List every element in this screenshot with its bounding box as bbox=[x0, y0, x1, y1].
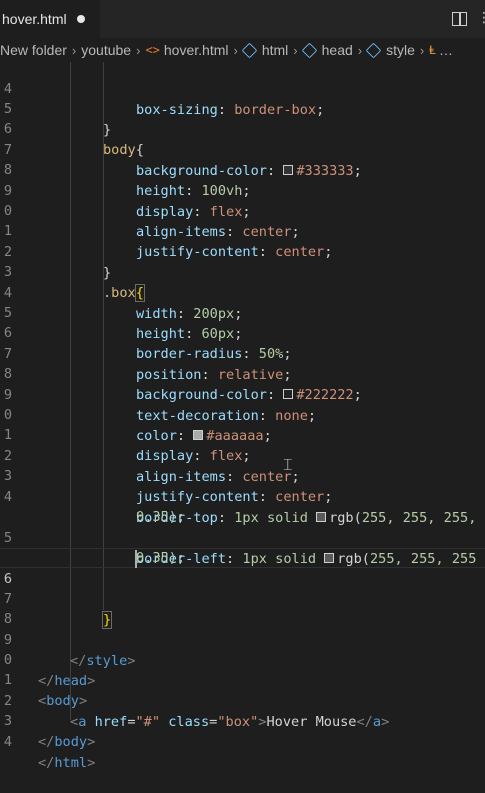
html-file-icon: <> bbox=[145, 43, 160, 57]
split-editor-icon[interactable] bbox=[452, 12, 467, 26]
code-line: 2 <a href="#" class="box">Hover Mouse</a… bbox=[3, 693, 390, 730]
chevron-right-icon: › bbox=[233, 42, 238, 58]
code-line: 7 position: relative; bbox=[3, 346, 292, 383]
code-line: 1 <body> bbox=[3, 672, 88, 709]
chevron-right-icon: › bbox=[419, 42, 425, 58]
code-line: 8 background-color: #222222; bbox=[3, 366, 362, 403]
tab-bar: hover.html ⋮ bbox=[0, 0, 485, 39]
code-line: 6 body{ bbox=[3, 121, 144, 158]
text-caret bbox=[135, 550, 137, 568]
code-line: 8 height: 100vh; bbox=[3, 162, 251, 199]
code-line: 3 </body> bbox=[3, 713, 96, 750]
code-line: 0 align-items: center; bbox=[3, 203, 300, 240]
breadcrumb-item[interactable]: youtube bbox=[81, 42, 131, 58]
code-line: 4 box-sizing: border-box; bbox=[3, 81, 325, 118]
code-line: 8 bbox=[3, 611, 12, 628]
unsaved-dot-icon[interactable] bbox=[76, 15, 85, 23]
code-line: 3 justify-content: center; bbox=[3, 468, 333, 505]
code-line: 0.35); bbox=[136, 550, 186, 567]
code-line: 5 border-left: 1px solid rgb(255, 255, 2… bbox=[3, 530, 477, 567]
code-line: 9 display: flex; bbox=[3, 183, 251, 220]
code-line-active: 6 bbox=[0, 548, 485, 587]
code-line: 6 border-radius: 50%; bbox=[3, 325, 292, 362]
element-icon bbox=[241, 42, 258, 58]
code-line: 9 text-decoration: none; bbox=[3, 387, 317, 424]
code-line: 2 align-items: center; bbox=[3, 448, 300, 485]
code-line: 3 .box{ bbox=[3, 264, 145, 302]
code-line: 9 </style> bbox=[3, 632, 136, 669]
code-line: 5 } bbox=[3, 101, 112, 138]
code-editor[interactable]: 4 box-sizing: border-box; 5 } 6 body{ 7 … bbox=[0, 62, 485, 771]
chevron-right-icon: › bbox=[357, 42, 363, 58]
code-line: 0 color: #aaaaaa; bbox=[3, 407, 272, 444]
breadcrumb-item[interactable]: New folder bbox=[0, 42, 67, 58]
element-icon bbox=[301, 42, 317, 58]
code-line: 7 background-color: #333333; bbox=[3, 142, 362, 179]
tab-filename: hover.html bbox=[2, 11, 67, 27]
breadcrumb-item[interactable]: head bbox=[301, 42, 353, 58]
element-icon bbox=[365, 42, 382, 58]
breadcrumb-item[interactable]: Ⱡ… bbox=[429, 42, 453, 58]
code-line: 2 } bbox=[3, 244, 112, 281]
style-icon: Ⱡ bbox=[429, 43, 436, 57]
chevron-right-icon: › bbox=[136, 42, 141, 58]
code-line: 1 justify-content: center; bbox=[3, 223, 333, 260]
code-line: 7 } bbox=[3, 591, 113, 629]
chevron-right-icon: › bbox=[71, 42, 77, 58]
code-line: 0 </head> bbox=[3, 652, 96, 689]
code-line: 1 display: flex; bbox=[3, 427, 251, 464]
code-line: 5 height: 60px; bbox=[3, 305, 243, 342]
breadcrumb-item[interactable]: style bbox=[365, 42, 415, 58]
breadcrumb-item[interactable]: <> hover.html bbox=[145, 42, 228, 58]
more-actions-icon[interactable]: ⋮ bbox=[476, 10, 485, 26]
mouse-ibeam-cursor-icon: ⌶ bbox=[283, 455, 293, 474]
tab-hover-html[interactable]: hover.html bbox=[0, 0, 100, 38]
code-line: 4 </html> bbox=[3, 734, 96, 771]
code-line: 4 border-top: 1px solid rgb(255, 255, 25… bbox=[3, 489, 477, 526]
breadcrumb-item[interactable]: html bbox=[241, 42, 288, 58]
code-line: 4 width: 200px; bbox=[3, 285, 243, 322]
code-line: 0.35); bbox=[136, 509, 186, 526]
chevron-right-icon: › bbox=[293, 42, 298, 58]
